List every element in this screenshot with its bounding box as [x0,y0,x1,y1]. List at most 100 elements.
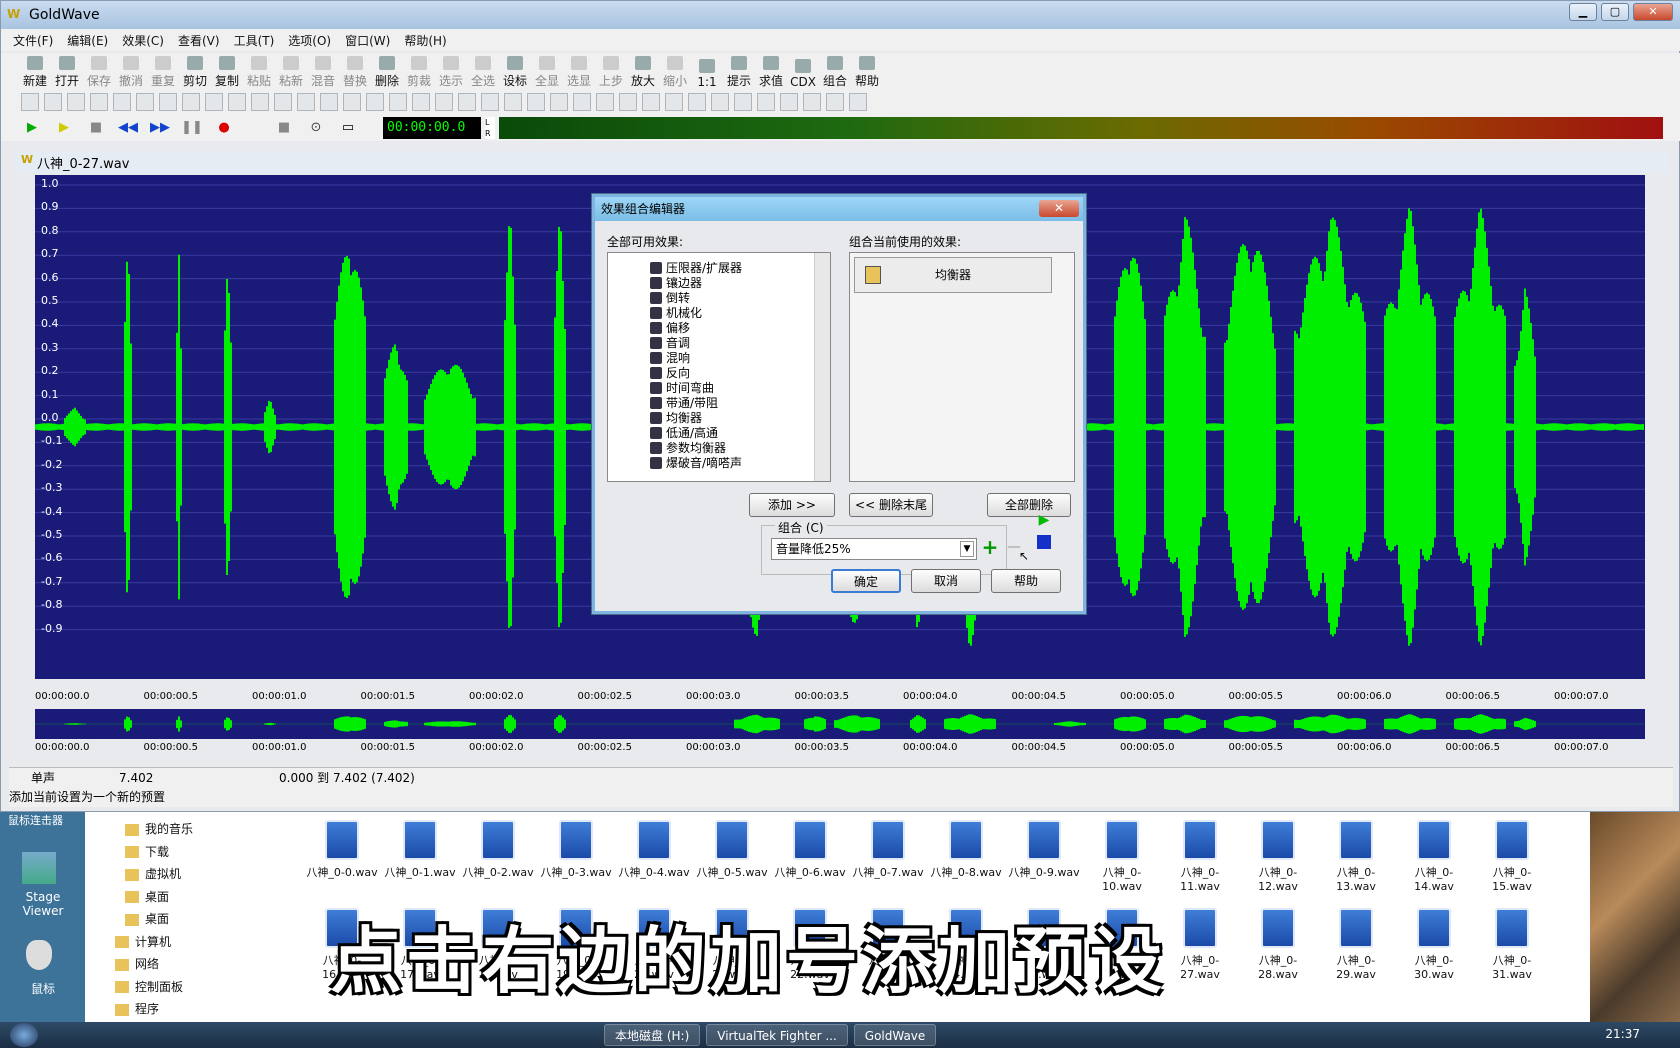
menu-effects[interactable]: 效果(C) [122,32,164,49]
effect-tool-icon[interactable] [504,93,522,111]
stop-icon[interactable]: ■ [85,119,107,137]
record-icon[interactable]: ● [213,119,235,137]
toolbar-button[interactable]: 撤消 [115,55,147,89]
toolbar-button[interactable]: 复制 [211,55,243,89]
toolbar-button[interactable]: 全选 [467,55,499,89]
play-icon[interactable]: ▶ [21,119,43,137]
tree-item[interactable]: 桌面 [125,888,169,905]
current-effects-list[interactable]: 均衡器 [849,252,1075,482]
fast-forward-icon[interactable]: ▶▶ [149,119,171,137]
menu-help[interactable]: 帮助(H) [404,32,446,49]
toolbar-button[interactable]: 全显 [531,55,563,89]
tree-item[interactable]: 桌面 [125,910,169,927]
effect-tool-icon[interactable] [205,93,223,111]
effect-tool-icon[interactable] [274,93,292,111]
dialog-close-button[interactable]: ✕ [1039,200,1079,217]
effect-tool-icon[interactable] [320,93,338,111]
toolbar-button[interactable]: 放大 [627,55,659,89]
wav-file-item[interactable]: 八神_0-14.wav [1398,820,1470,893]
wav-file-item[interactable]: 八神_0-1.wav [384,820,456,880]
maximize-button[interactable]: ▢ [1601,3,1629,21]
menu-view[interactable]: 查看(V) [178,32,220,49]
available-list-scrollbar[interactable] [814,253,830,481]
toolbar-button[interactable]: 新建 [19,55,51,89]
effect-tool-icon[interactable] [182,93,200,111]
toolbar-button[interactable]: 粘新 [275,55,307,89]
toolbar-button[interactable]: 打开 [51,55,83,89]
window-icon[interactable]: ▭ [337,119,359,137]
start-button-icon[interactable] [10,1023,38,1047]
rewind-icon[interactable]: ◀◀ [117,119,139,137]
effect-tool-icon[interactable] [67,93,85,111]
toolbar-button[interactable]: 1:1 [691,55,723,89]
effect-tool-icon[interactable] [412,93,430,111]
effect-tool-icon[interactable] [619,93,637,111]
effect-tool-icon[interactable] [665,93,683,111]
toolbar-button[interactable]: 求值 [755,55,787,89]
add-effect-button[interactable]: 添加 >> [749,493,835,517]
effect-tool-icon[interactable] [596,93,614,111]
wav-file-item[interactable]: 八神_0-6.wav [774,820,846,880]
task-goldwave[interactable]: GoldWave [853,1024,937,1046]
task-virtualtek[interactable]: VirtualTek Fighter ... [706,1024,848,1046]
effect-tool-icon[interactable] [527,93,545,111]
preset-combo[interactable]: 音量降低25% ▼ [771,538,977,560]
wav-file-item[interactable]: 八神_0-8.wav [930,820,1002,880]
toolbar-button[interactable]: 缩小 [659,55,691,89]
remove-all-button[interactable]: 全部删除 [987,493,1071,517]
wav-file-item[interactable]: 八神_0-30.wav [1398,908,1470,981]
wav-file-item[interactable]: 八神_0-31.wav [1476,908,1548,981]
effect-tool-icon[interactable] [297,93,315,111]
effect-tool-icon[interactable] [113,93,131,111]
effect-tool-icon[interactable] [849,93,867,111]
effect-tool-icon[interactable] [780,93,798,111]
available-effect-item[interactable]: 爆破音/嘀嗒声 [650,454,742,471]
mouse-icon[interactable] [26,940,52,970]
effect-tool-icon[interactable] [435,93,453,111]
cancel-button[interactable]: 取消 [911,569,981,593]
preview-stop-icon[interactable] [1037,535,1051,549]
help-button[interactable]: 帮助 [991,569,1061,593]
wav-file-item[interactable]: 八神_0-13.wav [1320,820,1392,893]
effect-tool-icon[interactable] [389,93,407,111]
tree-item[interactable]: 控制面板 [115,978,183,995]
wav-file-item[interactable]: 八神_0-3.wav [540,820,612,880]
current-effect-item[interactable]: 均衡器 [854,257,1052,293]
wav-file-item[interactable]: 八神_0-15.wav [1476,820,1548,893]
effect-tool-icon[interactable] [711,93,729,111]
tree-item[interactable]: 我的音乐 [125,820,193,837]
toolbar-button[interactable]: 组合 [819,55,851,89]
effect-tool-icon[interactable] [642,93,660,111]
effect-tool-icon[interactable] [44,93,62,111]
available-effects-list[interactable]: 压限器/扩展器 镶边器 倒转 机械化 偏移 音调 混响 反向 时间弯曲 带通/带阻 均衡器 低通/高通… [607,252,831,482]
menu-options[interactable]: 选项(O) [288,32,331,49]
stop-record-icon[interactable]: ■ [273,119,295,137]
toolbar-button[interactable]: 上步 [595,55,627,89]
effect-tool-icon[interactable] [550,93,568,111]
toolbar-button[interactable]: 设标 [499,55,531,89]
wav-file-item[interactable]: 八神_0-11.wav [1164,820,1236,893]
tree-item[interactable]: 计算机 [115,933,171,950]
toolbar-button[interactable]: 剪裁 [403,55,435,89]
toolbar-button[interactable]: 替换 [339,55,371,89]
wav-file-item[interactable]: 八神_0-10.wav [1086,820,1158,893]
effect-tool-icon[interactable] [159,93,177,111]
monitor-icon[interactable]: ⊙ [305,119,327,137]
remove-last-button[interactable]: << 删除末尾 [849,493,933,517]
effect-tool-icon[interactable] [688,93,706,111]
tree-item[interactable]: 网络 [115,955,159,972]
effect-tool-icon[interactable] [734,93,752,111]
menu-edit[interactable]: 编辑(E) [67,32,108,49]
menu-tools[interactable]: 工具(T) [234,32,275,49]
effect-tool-icon[interactable] [803,93,821,111]
close-button[interactable]: ✕ [1633,3,1673,21]
effect-tool-icon[interactable] [366,93,384,111]
effect-tool-icon[interactable] [228,93,246,111]
tree-item[interactable]: 程序 [115,1000,159,1017]
effect-tool-icon[interactable] [481,93,499,111]
ok-button[interactable]: 确定 [831,569,901,593]
toolbar-button[interactable]: CDX [787,55,819,89]
wav-file-item[interactable]: 八神_0-0.wav [306,820,378,880]
pause-icon[interactable]: ❚❚ [181,119,203,137]
add-preset-plus-icon[interactable]: + [979,536,1001,558]
